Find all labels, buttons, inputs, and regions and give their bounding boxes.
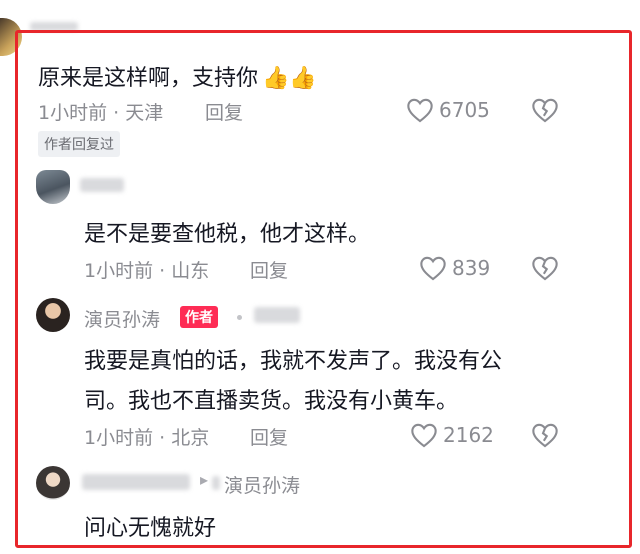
- thumbs-up-icon: 👍👍: [262, 66, 317, 91]
- comment-3-time-location: 1小时前 · 北京: [84, 427, 210, 449]
- heart-icon: [411, 423, 437, 448]
- comment-2-time-location: 1小时前 · 山东: [84, 260, 210, 282]
- comment-1-like-button[interactable]: 6705: [406, 96, 506, 124]
- heart-icon: [420, 256, 446, 281]
- comment-1-text: 原来是这样啊，支持你 👍👍: [38, 66, 317, 91]
- comment-3-dislike-icon[interactable]: [531, 422, 559, 448]
- heart-icon: [407, 98, 433, 123]
- comment-3-reply-button[interactable]: 回复: [250, 423, 288, 450]
- comment-3-like-count: 2162: [443, 423, 494, 447]
- comment-2-reply-button[interactable]: 回复: [250, 256, 288, 283]
- comment-2-like-count: 839: [452, 256, 491, 280]
- author-replied-badge: 作者回复过: [38, 131, 120, 157]
- comment-1-dislike-icon[interactable]: [531, 97, 559, 123]
- blurred-text: [254, 307, 300, 323]
- avatar: [36, 170, 70, 204]
- comment-3-text-line-1: 我要是真怕的话，我就不发声了。我没有公: [84, 349, 503, 374]
- comment-2-like-button[interactable]: 839: [419, 254, 509, 282]
- comment-3-text-line-2: 司。我也不直播卖货。我没有小黄车。: [84, 389, 459, 414]
- author-avatar: [36, 298, 70, 332]
- reply-to-username[interactable]: 演员孙涛: [224, 471, 300, 498]
- blurred-username: [82, 474, 190, 490]
- avatar: [36, 466, 70, 500]
- comment-4-text: 问心无愧就好: [84, 516, 217, 541]
- comment-3-like-button[interactable]: 2162: [410, 421, 510, 449]
- comment-2-dislike-icon[interactable]: [531, 255, 559, 281]
- blurred-text: [212, 476, 220, 490]
- comment-1-time-location: 1小时前 · 天津: [38, 102, 164, 124]
- reply-arrow-icon: ▸: [200, 470, 209, 489]
- comment-1-like-count: 6705: [439, 98, 490, 122]
- blurred-username: [80, 178, 124, 192]
- dot-separator: [237, 315, 242, 320]
- author-username[interactable]: 演员孙涛: [84, 305, 160, 332]
- author-tag: 作者: [180, 306, 218, 328]
- comment-1-reply-button[interactable]: 回复: [205, 98, 243, 125]
- comment-2-text: 是不是要查他税，他才这样。: [84, 222, 371, 247]
